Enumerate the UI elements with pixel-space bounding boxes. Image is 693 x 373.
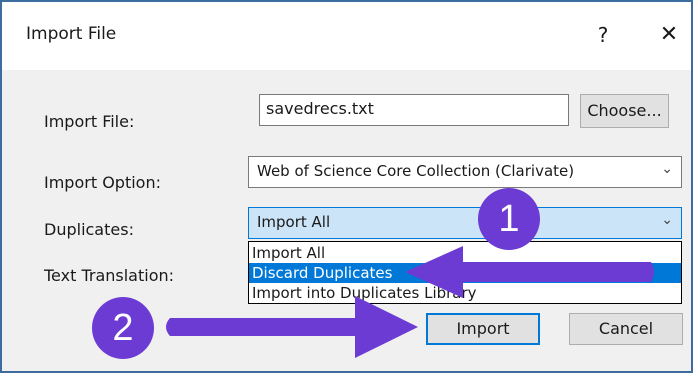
import-file-label: Import File:	[44, 112, 135, 131]
text-translation-label: Text Translation:	[44, 266, 175, 285]
close-button[interactable]: ✕	[654, 18, 684, 52]
duplicates-dropdown-list: Import All Discard Duplicates Import int…	[248, 241, 682, 304]
dropdown-option-import-into-duplicates-library[interactable]: Import into Duplicates Library	[249, 283, 681, 303]
import-button[interactable]: Import	[426, 313, 540, 345]
dropdown-option-import-all[interactable]: Import All	[249, 243, 681, 263]
duplicates-label: Duplicates:	[44, 220, 134, 239]
import-option-label: Import Option:	[44, 173, 161, 192]
duplicates-select[interactable]: Import All ⌄	[248, 207, 682, 239]
import-file-input[interactable]: savedrecs.txt	[259, 94, 569, 126]
title-bar: Import File ? ✕	[2, 2, 691, 70]
step-1-badge: 1	[478, 188, 540, 250]
dialog-title: Import File	[26, 24, 117, 44]
chevron-down-icon: ⌄	[661, 212, 673, 228]
step-2-badge: 2	[92, 297, 154, 359]
duplicates-value: Import All	[257, 213, 331, 231]
import-option-select[interactable]: Web of Science Core Collection (Clarivat…	[248, 156, 682, 188]
import-option-value: Web of Science Core Collection (Clarivat…	[257, 162, 575, 180]
cancel-button[interactable]: Cancel	[569, 313, 683, 345]
chevron-down-icon: ⌄	[661, 161, 673, 177]
choose-button[interactable]: Choose...	[580, 94, 669, 128]
help-button[interactable]: ?	[588, 18, 618, 52]
dropdown-option-discard-duplicates[interactable]: Discard Duplicates	[249, 263, 681, 283]
